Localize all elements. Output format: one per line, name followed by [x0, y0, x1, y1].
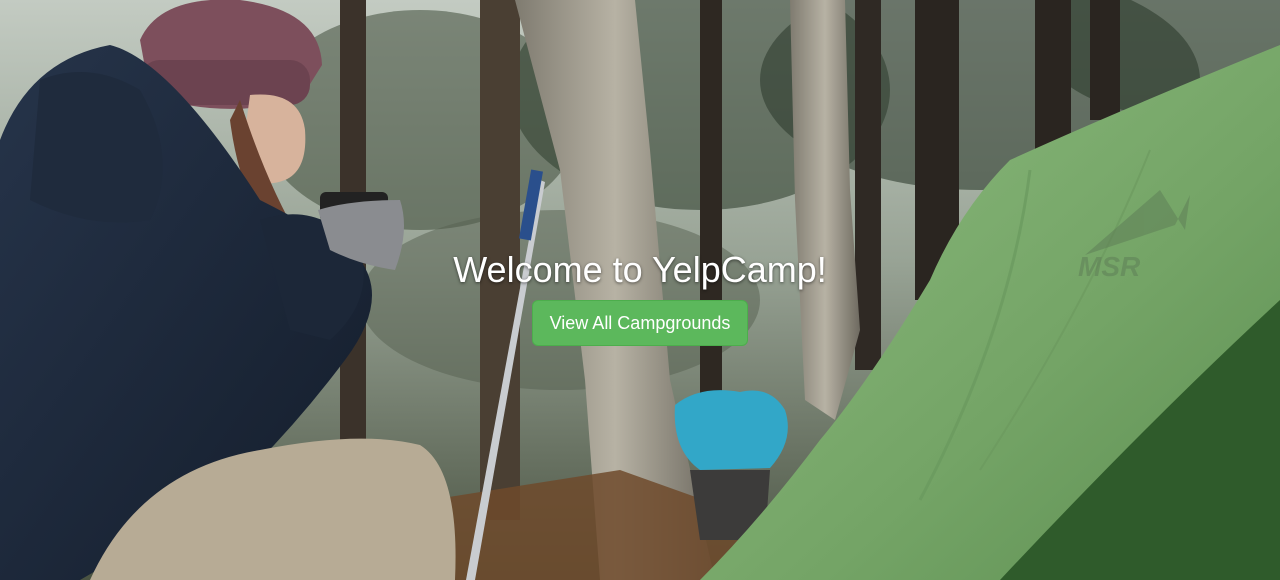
page-title: Welcome to YelpCamp! — [453, 249, 827, 290]
view-all-campgrounds-button[interactable]: View All Campgrounds — [531, 300, 749, 346]
hero-content: Welcome to YelpCamp! View All Campground… — [0, 248, 1280, 346]
hero-section: MSR Welcome to YelpCamp! View All Campgr… — [0, 0, 1280, 580]
